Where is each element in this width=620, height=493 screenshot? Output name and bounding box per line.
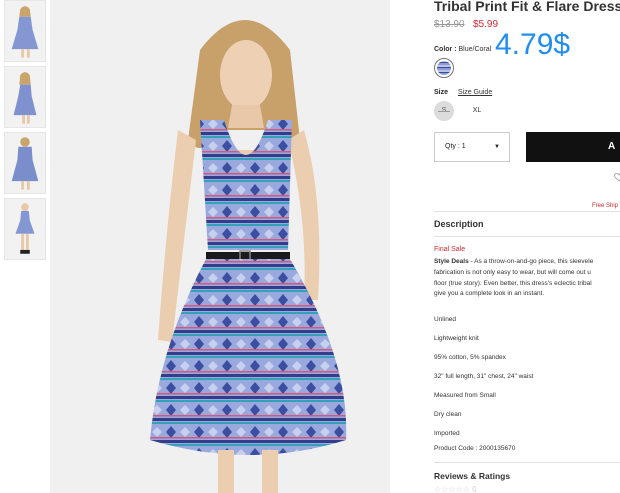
size-option-xl[interactable]: XL [467, 101, 487, 121]
divider [434, 462, 620, 463]
spec-fabric: Lightweight knit [434, 335, 479, 342]
star-icons: ☆☆☆☆☆ [434, 485, 470, 493]
description-line-3: floor (true story). Even better, this dr… [434, 279, 592, 287]
spec-content: 95% cotton, 5% spandex [434, 354, 506, 361]
size-guide-link[interactable]: Size Guide [458, 89, 492, 96]
thumbnail-front[interactable] [4, 0, 46, 62]
spec-origin: Imported [434, 430, 460, 437]
original-price: $13.90 [434, 19, 465, 30]
thumbnail-back[interactable] [4, 132, 46, 194]
description-line-4: give you a complete look in an instant. [434, 290, 545, 298]
product-title: Tribal Print Fit & Flare Dress [434, 0, 620, 14]
chevron-down-icon: ▼ [494, 144, 500, 150]
color-label: Color : [434, 46, 457, 53]
description-line-2: fabrication is not only easy to wear, bu… [434, 268, 591, 276]
description-line-1: Style Deals - As a throw-on-and-go piece… [434, 257, 620, 268]
style-deals-label: Style Deals [434, 258, 469, 265]
description-line-1-text: - As a throw-on-and-go piece, this sleev… [468, 258, 594, 265]
color-label-row: Color : Blue/Coral [434, 46, 491, 53]
review-count: 0 [472, 485, 477, 493]
thumbnail-full-image [5, 199, 45, 259]
size-label-row: Size Size Guide [434, 89, 492, 96]
thumbnail-back-image [5, 133, 45, 193]
final-sale-label: Final Sale [434, 246, 466, 253]
thumbnail-list [4, 0, 48, 264]
spec-lining: Unlined [434, 316, 457, 323]
dress-photo [50, 0, 390, 493]
heart-icon[interactable] [614, 172, 620, 182]
main-product-image[interactable] [50, 0, 390, 493]
product-details: Tribal Print Fit & Flare Dress $13.90 $5… [434, 0, 620, 493]
thumbnail-side-image [5, 67, 45, 127]
size-option-s[interactable]: S [434, 101, 454, 121]
quantity-select[interactable]: Qty : 1 ▼ [434, 132, 510, 162]
size-label: Size [434, 89, 449, 96]
quantity-value: Qty : 1 [445, 143, 466, 150]
reviews-heading[interactable]: Reviews & Ratings [434, 471, 510, 481]
sale-price: $5.99 [473, 19, 499, 30]
product-code: Product Code : 2000135670 [434, 445, 516, 452]
spec-care: Dry clean [434, 411, 462, 418]
thumbnail-side[interactable] [4, 66, 46, 128]
description-text: Style Deals - As a throw-on-and-go piece… [434, 257, 620, 300]
description-heading[interactable]: Description [434, 219, 484, 229]
thumbnail-front-image [5, 1, 45, 61]
add-to-bag-button[interactable]: A [526, 132, 620, 162]
spec-measurements: 32" full length, 31" chest, 24" waist [434, 373, 534, 380]
color-swatch-blue-coral[interactable] [434, 58, 454, 78]
free-shipping-note: Free Ship [592, 203, 619, 209]
rating-stars: ☆☆☆☆☆ 0 [434, 485, 477, 493]
divider [434, 211, 620, 212]
color-swatch-pattern [437, 61, 451, 75]
thumbnail-full[interactable] [4, 198, 46, 260]
color-value: Blue/Coral [458, 46, 492, 53]
divider [434, 236, 620, 237]
spec-measured-from: Measured from Small [434, 392, 496, 399]
